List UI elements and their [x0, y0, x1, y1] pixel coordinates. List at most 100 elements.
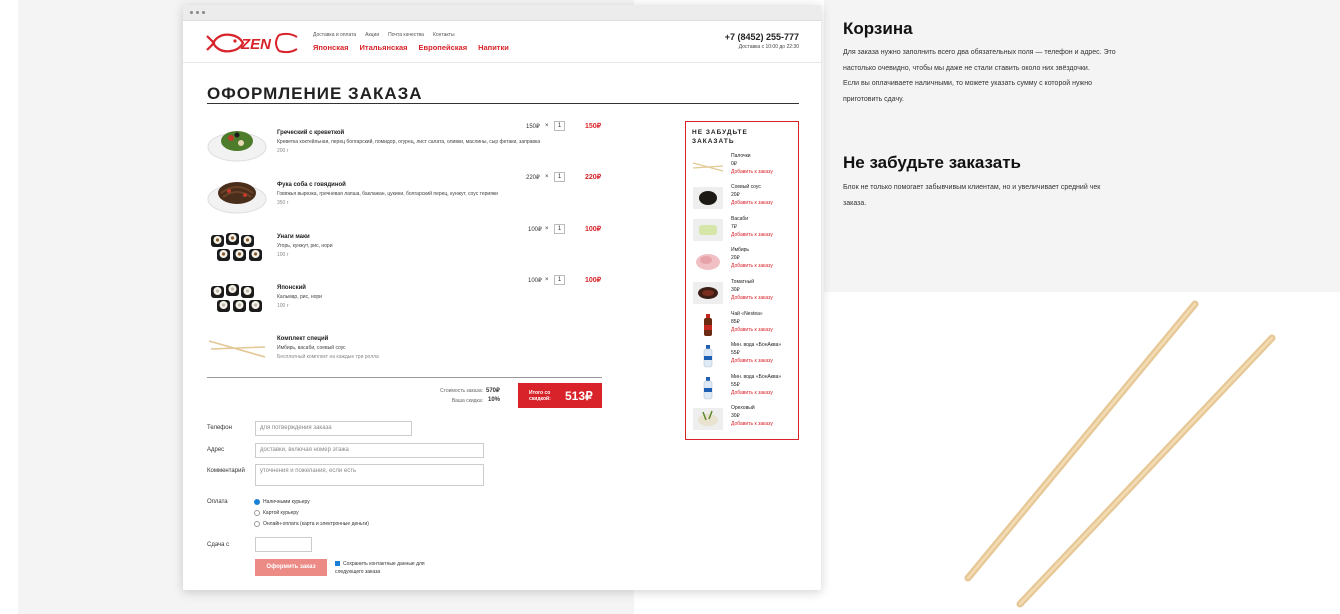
chopsticks-icon	[692, 162, 724, 172]
zen-fish-logo[interactable]: ZEN	[205, 30, 301, 56]
background-panel-right	[824, 0, 1340, 292]
item-weight: 100 г	[277, 252, 289, 258]
cart-item: Фука соба с говядиной Говяжья вырезка, г…	[207, 173, 637, 219]
nav-link-promo[interactable]: Акции	[365, 32, 379, 38]
upsell-item-price: 85₽	[731, 319, 740, 325]
category-italian[interactable]: Итальянская	[360, 43, 408, 52]
cost-label: Стоимость заказа:	[440, 388, 483, 394]
add-to-order-link[interactable]: Добавить к заказу	[731, 169, 773, 175]
save-contacts-checkbox[interactable]: Сохранить контактные данные для следующе…	[335, 560, 445, 576]
window-dot-icon	[190, 11, 193, 14]
summary-divider	[207, 377, 602, 378]
upsell-item-name: Томатный	[731, 279, 754, 285]
upsell-heading: Не забудьте заказать	[843, 153, 1022, 172]
add-to-order-link[interactable]: Добавить к заказу	[731, 263, 773, 269]
upsell-item-name: Чай «Nestea»	[731, 311, 763, 317]
add-to-order-link[interactable]: Добавить к заказу	[731, 295, 773, 301]
upsell-item-name: Васаби	[731, 216, 749, 222]
change-field[interactable]	[255, 537, 312, 552]
upsell-item-price: 0₽	[731, 161, 737, 167]
chopsticks-icon	[208, 340, 266, 358]
item-description: Угорь, кунжут, рис, нори	[277, 243, 333, 249]
comment-field[interactable]: уточнения и пожелания, если есть	[255, 464, 484, 486]
upsell-item: Томатный 30₽ Добавить к заказу	[692, 279, 796, 307]
upsell-item-price: 55₽	[731, 382, 740, 388]
chopsticks-illustration-icon	[964, 300, 1276, 608]
comment-label: Комментарий	[207, 468, 245, 474]
upsell-item-name: Соевый соус	[731, 184, 761, 190]
upsell-item: Соевый соус 20₽ Добавить к заказу	[692, 184, 796, 212]
site-header: ZEN Доставка и оплата Акции Почта качест…	[183, 21, 821, 63]
tea-bottle-icon	[704, 314, 712, 336]
address-field[interactable]: доставки, включая номер этажа	[255, 443, 484, 458]
water-bottle-icon	[703, 377, 713, 400]
item-name: Греческий с креветкой	[277, 130, 345, 136]
window-dot-icon	[202, 11, 205, 14]
category-japanese[interactable]: Японская	[313, 43, 349, 52]
category-european[interactable]: Европейская	[419, 43, 468, 52]
item-total: 100₽	[585, 226, 602, 233]
cart-heading: Корзина	[843, 19, 913, 38]
item-total: 220₽	[585, 174, 602, 181]
item-note: Бесплатный комплект на каждые три ролла	[277, 354, 379, 360]
cost-value: 570₽	[486, 388, 500, 394]
save-contacts-label: Сохранить контактные данные для следующе…	[335, 561, 425, 575]
upsell-text-line: Блок не только помогает забывчивым клиен…	[843, 184, 1101, 191]
upsell-item-price: 20₽	[731, 255, 740, 261]
upsell-item-name: Мин. вода «БонАква»	[731, 342, 782, 348]
item-weight: 200 г	[277, 148, 289, 154]
page-title: ОФОРМЛЕНИЕ ЗАКАЗА	[207, 84, 423, 103]
radio-selected-icon[interactable]	[254, 499, 260, 505]
upsell-item-price: 7₽	[731, 224, 737, 230]
add-to-order-link[interactable]: Добавить к заказу	[731, 232, 773, 238]
cart-text-line: приготовить сдачу.	[843, 95, 904, 103]
item-price: 220₽	[526, 175, 540, 181]
nav-link-quality[interactable]: Почта качества	[388, 32, 424, 38]
radio-icon[interactable]	[254, 510, 260, 516]
nav-link-delivery[interactable]: Доставка и оплата	[313, 32, 356, 38]
noodle-plate-icon	[207, 182, 267, 214]
address-label: Адрес	[207, 447, 225, 453]
item-name: Фука соба с говядиной	[277, 182, 346, 188]
phone-number[interactable]: +7 (8452) 255-777	[725, 32, 799, 42]
discount-value: 10%	[488, 397, 501, 403]
category-nav: Японская Итальянская Европейская Напитки	[313, 43, 509, 52]
radio-icon[interactable]	[254, 521, 260, 527]
phone-label: Телефон	[207, 425, 232, 431]
presentation-stage: ZEN Доставка и оплата Акции Почта качест…	[0, 0, 1340, 614]
upsell-item-name: Ореховый	[731, 405, 755, 411]
window-titlebar	[183, 5, 821, 21]
cart-description: Для заказа нужно заполнить всего два обя…	[843, 45, 1193, 107]
upsell-item-name: Мин. вода «БонАква»	[731, 374, 782, 380]
nut-sauce-icon	[693, 408, 723, 430]
add-to-order-link[interactable]: Добавить к заказу	[731, 421, 773, 427]
quantity-input[interactable]: 1	[554, 121, 565, 131]
payment-option-card[interactable]: Картой курьеру	[254, 510, 299, 516]
item-price: 100₽	[528, 278, 542, 284]
item-price: 150₽	[526, 124, 540, 130]
quantity-input[interactable]: 1	[554, 172, 565, 182]
sushi-rolls-icon	[211, 233, 262, 261]
upsell-item-price: 30₽	[731, 287, 740, 293]
quantity-input[interactable]: 1	[554, 275, 565, 285]
phone-field[interactable]: для потверждения заказа	[255, 421, 412, 436]
add-to-order-link[interactable]: Добавить к заказу	[731, 390, 773, 396]
upsell-description: Блок не только помогает забывчивым клиен…	[843, 180, 1193, 211]
category-drinks[interactable]: Напитки	[478, 43, 509, 52]
payment-option-label: Онлайн-оплата (карта и электронные деньг…	[263, 521, 369, 527]
change-label: Сдача с	[207, 542, 230, 548]
water-bottle-icon	[703, 345, 713, 368]
nav-link-contacts[interactable]: Контакты	[433, 32, 455, 38]
add-to-order-link[interactable]: Добавить к заказу	[731, 358, 773, 364]
payment-option-cash[interactable]: Наличными курьеру	[254, 499, 310, 505]
salad-plate-icon	[207, 131, 267, 162]
quantity-input[interactable]: 1	[554, 224, 565, 234]
multiply-sign: ×	[545, 174, 549, 180]
checkbox-checked-icon[interactable]	[335, 561, 340, 567]
submit-order-button[interactable]: Оформить заказ	[255, 559, 327, 576]
upsell-item-price: 20₽	[731, 192, 740, 198]
payment-option-online[interactable]: Онлайн-оплата (карта и электронные деньг…	[254, 521, 369, 527]
item-total: 150₽	[585, 123, 602, 130]
add-to-order-link[interactable]: Добавить к заказу	[731, 327, 773, 333]
add-to-order-link[interactable]: Добавить к заказу	[731, 200, 773, 206]
